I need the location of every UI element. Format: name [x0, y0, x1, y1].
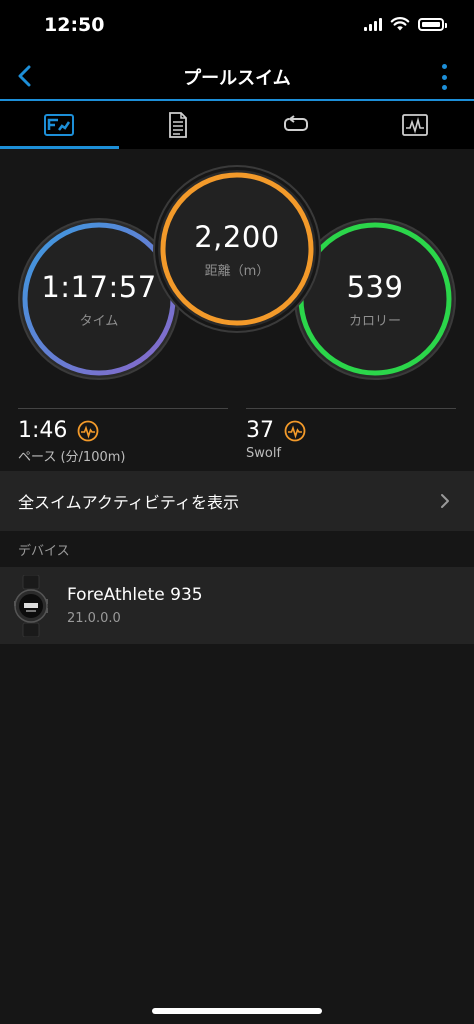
pace-value: 1:46	[18, 418, 68, 443]
cellular-signal-icon	[364, 17, 382, 31]
swolf-label: Swolf	[246, 446, 282, 461]
distance-label: 距離（m）	[204, 263, 270, 279]
swolf-metric: 37	[246, 418, 306, 443]
heart-rate-icon	[284, 420, 306, 441]
wifi-icon	[390, 17, 410, 31]
divider	[246, 408, 456, 409]
all-swim-activities-label: 全スイムアクティビティを表示	[18, 493, 239, 512]
status-icons	[364, 16, 447, 32]
chevron-right-icon	[441, 494, 449, 508]
calories-label: カロリー	[348, 313, 401, 329]
distance-value: 2,200	[194, 219, 280, 254]
divider	[18, 408, 228, 409]
heart-rate-icon	[78, 420, 99, 441]
swolf-value: 37	[246, 418, 274, 443]
tab-details[interactable]	[119, 101, 238, 149]
pace-label: ペース (分/100m)	[18, 450, 126, 465]
calories-value: 539	[346, 269, 404, 304]
more-dot-icon	[441, 74, 447, 80]
time-label: タイム	[79, 313, 119, 329]
all-swim-activities-row[interactable]: 全スイムアクティビティを表示	[0, 471, 474, 531]
chart-icon	[401, 114, 428, 136]
tab-bar	[0, 101, 474, 149]
more-options-button[interactable]	[440, 64, 448, 90]
device-row[interactable]: ForeAthlete 935 21.0.0.0	[0, 567, 474, 644]
laps-icon	[284, 115, 309, 131]
details-icon	[168, 112, 187, 138]
more-dot-icon	[441, 85, 447, 90]
calories-stat: 539 カロリー	[296, 220, 454, 378]
more-dot-icon	[441, 64, 447, 69]
status-time: 12:50	[44, 14, 105, 36]
watch-icon	[14, 575, 48, 637]
stats-area: 1:17:57 タイム 539 カロリー 2,200 距離（m） 1:46 ペー…	[0, 149, 474, 469]
devices-section-header: デバイス	[18, 544, 70, 559]
distance-stat: 2,200 距離（m）	[158, 170, 316, 328]
navigation-bar: プールスイム	[0, 52, 474, 101]
battery-icon	[418, 17, 447, 31]
time-value: 1:17:57	[41, 269, 157, 304]
device-version: 21.0.0.0	[67, 611, 121, 626]
home-indicator[interactable]	[152, 1008, 322, 1014]
time-stat: 1:17:57 タイム	[20, 220, 178, 378]
tab-charts[interactable]	[356, 101, 474, 149]
page-title: プールスイム	[183, 68, 291, 89]
status-bar: 12:50	[0, 0, 474, 52]
tab-summary[interactable]	[0, 101, 119, 149]
tab-laps[interactable]	[237, 101, 356, 149]
summary-icon	[44, 114, 75, 136]
device-name: ForeAthlete 935	[67, 585, 203, 605]
pace-metric: 1:46	[18, 418, 99, 443]
